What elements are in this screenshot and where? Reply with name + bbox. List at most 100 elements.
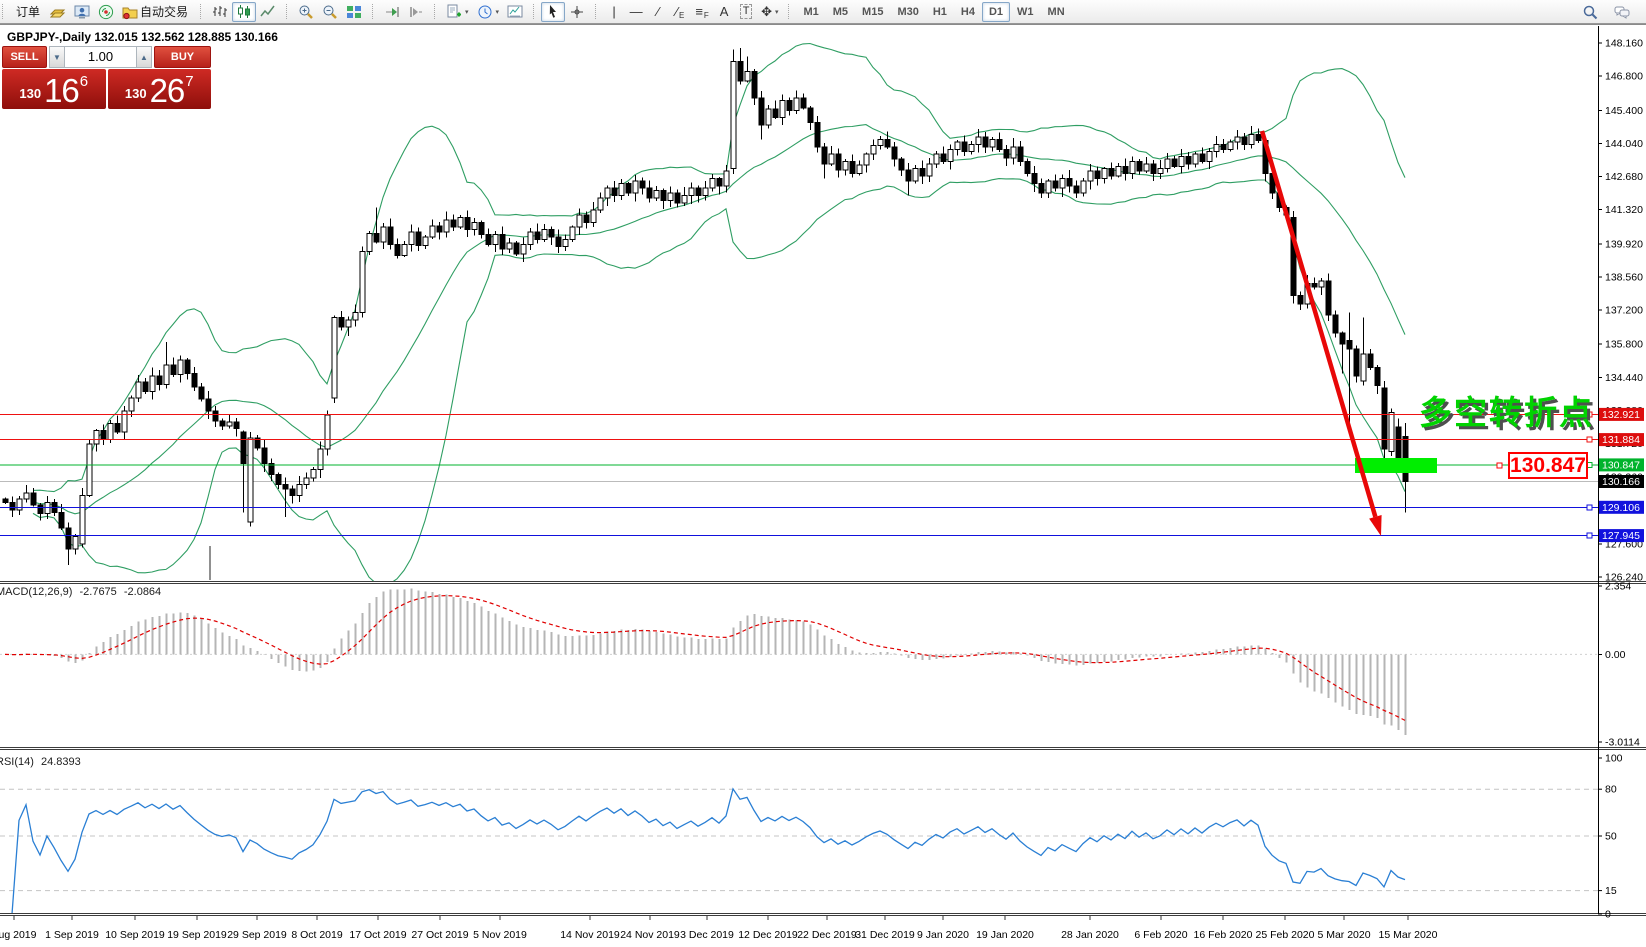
svg-text:15 Mar 2020: 15 Mar 2020 bbox=[1379, 929, 1438, 941]
svg-text:9 Jan 2020: 9 Jan 2020 bbox=[917, 929, 969, 941]
toolbar-grip[interactable] bbox=[2, 4, 6, 19]
trading-group: 订单 自动交易 bbox=[0, 0, 198, 23]
one-click-trading-panel: SELL ▼ 1.00 ▲ BUY 130 16 6 130 26 7 bbox=[2, 46, 211, 109]
svg-text:50: 50 bbox=[1605, 831, 1617, 843]
rsi-value: 24.8393 bbox=[41, 756, 81, 768]
svg-text:24 Nov 2019: 24 Nov 2019 bbox=[620, 929, 680, 941]
horizontal-level-lines[interactable] bbox=[0, 412, 1598, 538]
vertical-line-icon[interactable]: | bbox=[603, 2, 625, 22]
trendline-icon[interactable]: ∕ bbox=[647, 2, 669, 22]
svg-text:135.800: 135.800 bbox=[1605, 339, 1643, 351]
toolbar: 订单自动交易▾▾|—∕∕E≡FAT✥▾M1M5M15M30H1H4D1W1MN bbox=[0, 0, 1646, 24]
svg-text:100: 100 bbox=[1605, 753, 1623, 765]
dropdown-arrow-icon: ▾ bbox=[465, 8, 469, 16]
label-tool-icon[interactable]: T bbox=[735, 2, 757, 22]
timeframes-group: M1M5M15M30H1H4D1W1MN bbox=[786, 0, 1075, 23]
bar-chart-icon[interactable] bbox=[208, 2, 232, 22]
price-chart-canvas[interactable]: 148.160146.800145.400144.040142.680141.3… bbox=[0, 0, 1646, 947]
chart-shift-icon[interactable] bbox=[404, 2, 428, 22]
search-icon[interactable] bbox=[1578, 2, 1602, 22]
svg-text:15: 15 bbox=[1605, 885, 1617, 897]
zoom-out-icon[interactable] bbox=[318, 2, 342, 22]
toolbar-grip[interactable] bbox=[595, 4, 599, 19]
toolbar-grip[interactable] bbox=[533, 4, 537, 19]
volume-increase-button[interactable]: ▲ bbox=[136, 46, 152, 68]
svg-text:144.040: 144.040 bbox=[1605, 138, 1643, 150]
buy-pips: 26 bbox=[150, 77, 185, 105]
svg-text:5 Mar 2020: 5 Mar 2020 bbox=[1317, 929, 1370, 941]
signal-icon[interactable] bbox=[94, 2, 118, 22]
svg-text:148.160: 148.160 bbox=[1605, 38, 1643, 50]
auto-trading-button[interactable]: 自动交易 bbox=[118, 2, 194, 22]
zoom-in-icon[interactable] bbox=[294, 2, 318, 22]
macd-indicator-label: MACD(12,26,9) -2.7675 -2.0864 bbox=[0, 586, 165, 598]
cursor-icon[interactable] bbox=[541, 2, 565, 22]
svg-text:145.400: 145.400 bbox=[1605, 105, 1643, 117]
profile-icon[interactable] bbox=[70, 2, 94, 22]
text-tool-icon[interactable]: A bbox=[713, 2, 735, 22]
candle-chart-icon[interactable] bbox=[232, 2, 256, 22]
chat-icon[interactable] bbox=[1610, 2, 1634, 22]
sell-button[interactable]: SELL bbox=[2, 46, 47, 68]
new-order-icon[interactable]: ▾ bbox=[442, 2, 473, 22]
rsi-line bbox=[12, 789, 1405, 914]
svg-text:31 Dec 2019: 31 Dec 2019 bbox=[855, 929, 915, 941]
order-button[interactable]: 订单 bbox=[10, 2, 46, 22]
crosshair-icon[interactable] bbox=[565, 2, 589, 22]
chart-annotation-text[interactable]: 多空转折点 bbox=[1419, 386, 1594, 434]
auto-scroll-icon[interactable] bbox=[380, 2, 404, 22]
callout-marker bbox=[1497, 463, 1502, 468]
highlight-zone-box[interactable] bbox=[1355, 458, 1437, 473]
volume-decrease-button[interactable]: ▼ bbox=[49, 46, 65, 68]
sell-pips: 16 bbox=[44, 77, 79, 105]
toolbar-grip[interactable] bbox=[372, 4, 376, 19]
volume-input[interactable]: 1.00 bbox=[65, 46, 136, 68]
svg-text:19 Sep 2019: 19 Sep 2019 bbox=[167, 929, 227, 941]
mt4-terminal-window: 148.160146.800145.400144.040142.680141.3… bbox=[0, 0, 1646, 947]
buy-button[interactable]: BUY bbox=[154, 46, 211, 68]
gold-bars-icon[interactable] bbox=[46, 2, 70, 22]
timeframe-m5-button[interactable]: M5 bbox=[826, 2, 855, 22]
timeframe-m1-button[interactable]: M1 bbox=[796, 2, 825, 22]
toolbar-grip[interactable] bbox=[286, 4, 290, 19]
arrows-tool-icon[interactable]: ✥▾ bbox=[757, 2, 782, 22]
svg-text:28 Jan 2020: 28 Jan 2020 bbox=[1061, 929, 1119, 941]
macd-panel bbox=[0, 589, 1598, 735]
rsi-name: RSI(14) bbox=[0, 756, 34, 768]
line-chart-icon[interactable] bbox=[256, 2, 280, 22]
timeframe-h4-button[interactable]: H4 bbox=[954, 2, 982, 22]
scroll-group bbox=[370, 0, 432, 23]
svg-text:6 Feb 2020: 6 Feb 2020 bbox=[1134, 929, 1187, 941]
zoom-group bbox=[284, 0, 370, 23]
toolbar-grip[interactable] bbox=[200, 4, 204, 19]
timeframe-mn-button[interactable]: MN bbox=[1041, 2, 1072, 22]
fibonacci-icon[interactable]: ≡F bbox=[691, 2, 713, 22]
svg-text:138.560: 138.560 bbox=[1605, 272, 1643, 284]
timeframe-m15-button[interactable]: M15 bbox=[855, 2, 890, 22]
buy-price-button[interactable]: 130 26 7 bbox=[108, 69, 212, 109]
timeframe-d1-button[interactable]: D1 bbox=[982, 2, 1010, 22]
chart-type-group bbox=[198, 0, 284, 23]
svg-text:16 Feb 2020: 16 Feb 2020 bbox=[1194, 929, 1253, 941]
sell-price-button[interactable]: 130 16 6 bbox=[2, 69, 106, 109]
volume-stepper: ▼ 1.00 ▲ bbox=[49, 46, 152, 68]
timeframe-h1-button[interactable]: H1 bbox=[926, 2, 954, 22]
dropdown-arrow-icon: ▾ bbox=[496, 8, 500, 16]
svg-text:0.00: 0.00 bbox=[1605, 649, 1626, 661]
price-callout-label[interactable]: 130.847 bbox=[1508, 452, 1588, 479]
timeframe-w1-button[interactable]: W1 bbox=[1010, 2, 1041, 22]
channel-icon[interactable]: ∕E bbox=[669, 2, 691, 22]
tile-windows-icon[interactable] bbox=[342, 2, 366, 22]
timeframe-clock-icon[interactable]: ▾ bbox=[473, 2, 504, 22]
svg-text:27 Oct 2019: 27 Oct 2019 bbox=[411, 929, 468, 941]
svg-text:29 Sep 2019: 29 Sep 2019 bbox=[227, 929, 287, 941]
buy-pipette: 7 bbox=[185, 73, 193, 90]
timeframe-m30-button[interactable]: M30 bbox=[890, 2, 925, 22]
toolbar-grip[interactable] bbox=[788, 4, 792, 19]
candles-layer bbox=[3, 48, 1408, 565]
toolbar-grip[interactable] bbox=[434, 4, 438, 19]
indicators-icon[interactable] bbox=[503, 2, 527, 22]
svg-text:19 Jan 2020: 19 Jan 2020 bbox=[976, 929, 1034, 941]
horizontal-line-icon[interactable]: — bbox=[625, 2, 647, 22]
svg-text:146.800: 146.800 bbox=[1605, 71, 1643, 83]
